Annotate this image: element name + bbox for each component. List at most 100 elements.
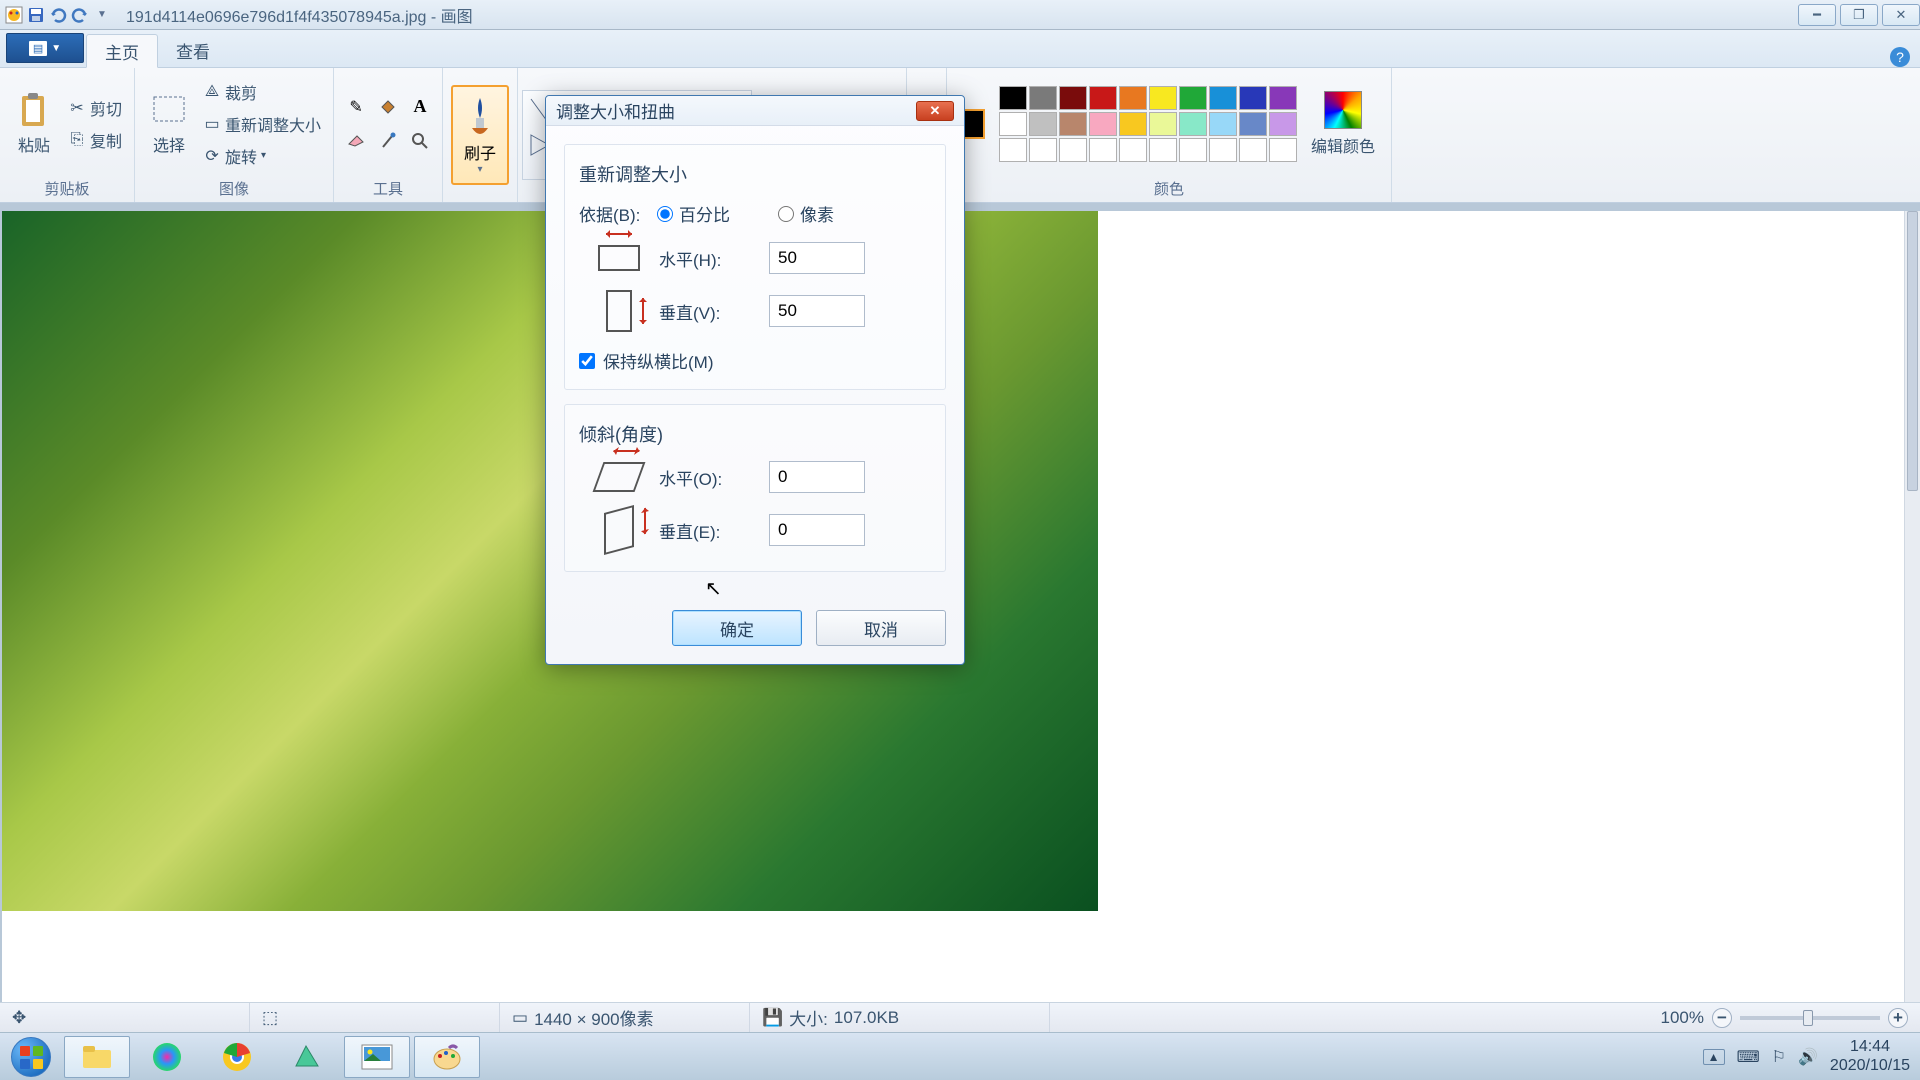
minimize-button[interactable]: ━ xyxy=(1798,4,1836,26)
dialog-close-button[interactable]: ✕ xyxy=(916,101,954,121)
palette-color[interactable] xyxy=(1239,138,1267,162)
palette-color[interactable] xyxy=(1059,138,1087,162)
skew-horizontal-input[interactable] xyxy=(769,461,865,493)
maximize-button[interactable]: ❐ xyxy=(1840,4,1878,26)
title-filename: 191d4114e0696e796d1f4f435078945a.jpg xyxy=(126,9,426,26)
tray-flag-icon[interactable]: ⚐ xyxy=(1772,1047,1786,1067)
palette-color[interactable] xyxy=(1149,138,1177,162)
radio-pixels[interactable]: 像素 xyxy=(778,201,834,226)
select-button[interactable]: 选择 xyxy=(143,88,195,160)
palette-color[interactable] xyxy=(1119,138,1147,162)
group-label-tools: 工具 xyxy=(342,175,434,202)
group-image: 选择 ⟁裁剪 ▭重新调整大小 ⟳旋转 ▾ 图像 xyxy=(135,68,334,202)
zoom-out-button[interactable]: − xyxy=(1712,1008,1732,1028)
palette-color[interactable] xyxy=(1269,138,1297,162)
radio-percent[interactable]: 百分比 xyxy=(657,201,730,226)
palette-color[interactable] xyxy=(1179,112,1207,136)
palette-color[interactable] xyxy=(1089,86,1117,110)
paste-button[interactable]: 粘贴 xyxy=(8,88,60,160)
resize-horizontal-icon xyxy=(598,245,640,271)
cancel-button[interactable]: 取消 xyxy=(816,610,946,646)
select-label: 选择 xyxy=(153,132,185,156)
group-brushes: 刷子 ▾ xyxy=(443,68,518,202)
palette-color[interactable] xyxy=(1029,86,1057,110)
taskbar-chrome[interactable] xyxy=(204,1036,270,1078)
palette-color[interactable] xyxy=(1239,86,1267,110)
undo-icon[interactable] xyxy=(48,5,68,25)
tab-view[interactable]: 查看 xyxy=(158,33,228,67)
taskbar-photos[interactable] xyxy=(344,1036,410,1078)
palette-color[interactable] xyxy=(999,138,1027,162)
palette-color[interactable] xyxy=(1269,112,1297,136)
group-tools: ✎ A 工具 xyxy=(334,68,443,202)
resize-vertical-icon xyxy=(606,290,632,332)
palette-color[interactable] xyxy=(999,86,1027,110)
tray-keyboard-icon[interactable]: ⌨ xyxy=(1737,1047,1760,1067)
palette-color[interactable] xyxy=(1119,86,1147,110)
help-icon[interactable]: ? xyxy=(1890,47,1910,67)
skew-vertical-input[interactable] xyxy=(769,514,865,546)
eraser-tool[interactable] xyxy=(342,126,370,156)
dialog-titlebar[interactable]: 调整大小和扭曲 ✕ xyxy=(546,96,964,126)
fill-tool[interactable] xyxy=(374,92,402,122)
palette-color[interactable] xyxy=(1209,86,1237,110)
crop-button[interactable]: ⟁裁剪 xyxy=(199,78,325,106)
taskbar-browser1[interactable] xyxy=(134,1036,200,1078)
picker-tool[interactable] xyxy=(374,126,402,156)
palette-color[interactable] xyxy=(1029,112,1057,136)
resize-horizontal-input[interactable] xyxy=(769,242,865,274)
palette-color[interactable] xyxy=(1119,112,1147,136)
tray-chevron-icon[interactable]: ▲ xyxy=(1703,1049,1725,1065)
palette-color[interactable] xyxy=(1209,112,1237,136)
aspect-ratio-checkbox[interactable]: 保持纵横比(M) xyxy=(579,348,931,373)
palette-color[interactable] xyxy=(1089,112,1117,136)
pencil-tool[interactable]: ✎ xyxy=(342,92,370,122)
palette-color[interactable] xyxy=(1059,112,1087,136)
copy-button[interactable]: ⎘复制 xyxy=(64,126,126,154)
zoom-in-button[interactable]: + xyxy=(1888,1008,1908,1028)
palette-color[interactable] xyxy=(1089,138,1117,162)
tray-volume-icon[interactable]: 🔊 xyxy=(1798,1047,1818,1067)
paste-label: 粘贴 xyxy=(18,132,50,156)
paint-app-icon[interactable] xyxy=(4,5,24,25)
file-menu-button[interactable]: ▤▼ xyxy=(6,33,84,63)
text-tool[interactable]: A xyxy=(406,92,434,122)
palette-color[interactable] xyxy=(1209,138,1237,162)
palette-color[interactable] xyxy=(1239,112,1267,136)
magnifier-tool[interactable] xyxy=(406,126,434,156)
resize-button[interactable]: ▭重新调整大小 xyxy=(199,110,325,138)
palette-color[interactable] xyxy=(1179,86,1207,110)
palette-color[interactable] xyxy=(1179,138,1207,162)
palette-color[interactable] xyxy=(1029,138,1057,162)
palette-color[interactable] xyxy=(1059,86,1087,110)
zoom-slider[interactable] xyxy=(1740,1016,1880,1020)
taskbar-app1[interactable] xyxy=(274,1036,340,1078)
tab-home[interactable]: 主页 xyxy=(86,34,158,68)
palette-color[interactable] xyxy=(999,112,1027,136)
brushes-button[interactable]: 刷子 ▾ xyxy=(451,85,509,185)
window-titlebar: ▼ 191d4114e0696e796d1f4f435078945a.jpg -… xyxy=(0,0,1920,30)
palette-color[interactable] xyxy=(1149,86,1177,110)
scrollbar-thumb[interactable] xyxy=(1907,211,1918,491)
dimensions-icon: ▭ xyxy=(512,1008,528,1028)
zoom-slider-handle[interactable] xyxy=(1803,1010,1813,1026)
tray-clock[interactable]: 14:44 2020/10/15 xyxy=(1830,1038,1910,1075)
palette-color[interactable] xyxy=(1269,86,1297,110)
resize-vertical-input[interactable] xyxy=(769,295,865,327)
edit-colors-label: 编辑颜色 xyxy=(1311,133,1375,157)
taskbar-paint[interactable] xyxy=(414,1036,480,1078)
vertical-scrollbar[interactable] xyxy=(1904,211,1920,1025)
save-icon[interactable] xyxy=(26,5,46,25)
rotate-button[interactable]: ⟳旋转 ▾ xyxy=(199,142,325,170)
palette-color[interactable] xyxy=(1149,112,1177,136)
taskbar-explorer[interactable] xyxy=(64,1036,130,1078)
cut-button[interactable]: ✂剪切 xyxy=(64,94,126,122)
edit-colors-button[interactable]: 编辑颜色 xyxy=(1303,87,1383,161)
start-button[interactable] xyxy=(6,1036,56,1078)
color-palette xyxy=(999,86,1297,162)
close-button[interactable]: ✕ xyxy=(1882,4,1920,26)
qat-dropdown-icon[interactable]: ▼ xyxy=(92,5,112,25)
ok-button[interactable]: 确定 xyxy=(672,610,802,646)
group-label-image: 图像 xyxy=(143,175,325,202)
redo-icon[interactable] xyxy=(70,5,90,25)
